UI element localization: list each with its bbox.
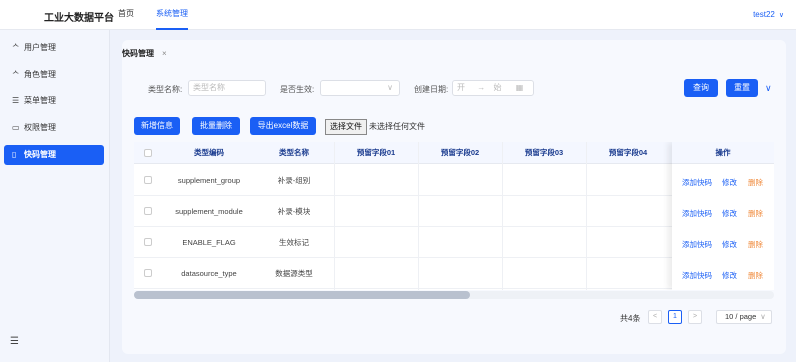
nav-home[interactable]: 首页 xyxy=(118,0,134,30)
active-label: 是否生效: xyxy=(280,85,315,94)
user-menu[interactable]: test22 ∨ xyxy=(753,10,784,19)
page-1-button[interactable]: 1 xyxy=(668,310,682,324)
row-checkbox[interactable] xyxy=(144,207,152,215)
column-header: 预留字段03 xyxy=(524,148,564,157)
edit-link[interactable]: 修改 xyxy=(722,177,737,188)
row-checkbox[interactable] xyxy=(144,269,152,277)
sidebar-item-users[interactable]: ᄉ 用户管理 xyxy=(4,38,104,58)
operations-column: 操作 添加快码 修改 删除 添加快码 修改 删除 添加快码 修改 删除 添加快码… xyxy=(672,142,774,290)
menu-icon: ☰ xyxy=(12,96,20,105)
no-file-text: 未选择任何文件 xyxy=(369,122,425,131)
edit-link[interactable]: 修改 xyxy=(722,270,737,281)
delete-link[interactable]: 删除 xyxy=(748,239,763,250)
calendar-icon: ▦ xyxy=(515,83,524,92)
add-code-link[interactable]: 添加快码 xyxy=(682,177,712,188)
page-size-value: 10 / page xyxy=(725,312,757,321)
type-name-label: 类型名称: xyxy=(148,85,183,94)
type-name-input[interactable]: 类型名称 xyxy=(188,80,266,96)
document-icon: ▯ xyxy=(12,150,17,159)
add-code-link[interactable]: 添加快码 xyxy=(682,239,712,250)
type-code-cell: ENABLE_FLAG xyxy=(182,238,236,247)
close-icon[interactable]: × xyxy=(162,49,167,58)
chevron-down-icon: ∨ xyxy=(760,312,766,321)
role-icon: ᄉ xyxy=(12,70,20,79)
prev-page-button[interactable]: < xyxy=(648,310,662,324)
type-code-cell: datasource_type xyxy=(181,269,237,278)
sidebar-item-label: 权限管理 xyxy=(24,123,56,132)
add-info-button[interactable]: 新增信息 xyxy=(134,117,180,135)
chevron-down-icon: ∨ xyxy=(387,83,393,92)
total-count: 共4条 xyxy=(620,314,641,323)
add-code-link[interactable]: 添加快码 xyxy=(682,208,712,219)
choose-file-button[interactable]: 选择文件 xyxy=(325,119,367,135)
chevron-down-icon: ∨ xyxy=(778,12,784,19)
batch-delete-button[interactable]: 批量删除 xyxy=(192,117,240,135)
row-checkbox[interactable] xyxy=(144,238,152,246)
username: test22 xyxy=(753,10,775,19)
top-header: 工业大数据平台 首页 系统管理 test22 ∨ xyxy=(0,0,796,30)
search-button[interactable]: 查询 xyxy=(684,79,718,97)
page-size-select[interactable]: 10 / page ∨ xyxy=(716,310,772,324)
delete-link[interactable]: 删除 xyxy=(748,177,763,188)
expand-filters-icon[interactable]: ∨ xyxy=(765,83,772,94)
nav-system-management[interactable]: 系统管理 xyxy=(156,0,188,30)
delete-link[interactable]: 删除 xyxy=(748,208,763,219)
scrollbar-thumb[interactable] xyxy=(134,291,470,299)
sidebar-item-label: 快码管理 xyxy=(24,150,56,159)
column-header: 类型编码 xyxy=(194,148,224,157)
date-start: 开 xyxy=(457,83,465,92)
sidebar-item-roles[interactable]: ᄉ 角色管理 xyxy=(4,65,104,85)
sidebar-item-label: 角色管理 xyxy=(24,70,56,79)
delete-link[interactable]: 删除 xyxy=(748,270,763,281)
export-excel-button[interactable]: 导出excel数据 xyxy=(250,117,316,135)
type-code-cell: supplement_group xyxy=(177,176,241,185)
column-header: 类型名称 xyxy=(279,148,309,157)
top-nav: 首页 系统管理 xyxy=(118,0,210,30)
select-all-checkbox[interactable] xyxy=(144,149,152,157)
sidebar-item-label: 用户管理 xyxy=(24,43,56,52)
type-name-cell: 数据源类型 xyxy=(275,269,313,278)
monitor-icon: ▭ xyxy=(12,123,20,132)
main-panel: 快码管理 × 类型名称: 类型名称 是否生效: ∨ 创建日期: 开 → 始 ▦ 查… xyxy=(122,40,786,354)
sidebar-item-label: 菜单管理 xyxy=(24,96,56,105)
arrow-right-icon: → xyxy=(477,83,486,92)
tab-quick-codes[interactable]: 快码管理 × xyxy=(122,48,167,59)
horizontal-scrollbar[interactable] xyxy=(134,291,774,299)
sidebar-item-menus[interactable]: ☰ 菜单管理 xyxy=(4,91,104,111)
tab-label: 快码管理 xyxy=(122,49,154,58)
date-range-picker[interactable]: 开 → 始 ▦ xyxy=(452,80,534,96)
column-header: 预留字段02 xyxy=(440,148,480,157)
column-header: 操作 xyxy=(672,142,774,164)
sidebar-item-permissions[interactable]: ▭ 权限管理 xyxy=(4,118,104,138)
date-end: 始 xyxy=(493,83,502,92)
collapse-sidebar-icon[interactable]: ☰ xyxy=(10,336,19,347)
column-header: 预留字段04 xyxy=(608,148,648,157)
created-date-label: 创建日期: xyxy=(414,85,449,94)
edit-link[interactable]: 修改 xyxy=(722,239,737,250)
user-icon: ᄉ xyxy=(12,43,20,52)
type-name-cell: 补录-模块 xyxy=(277,207,311,216)
active-select[interactable]: ∨ xyxy=(320,80,400,96)
app-brand: 工业大数据平台 xyxy=(44,13,114,24)
edit-link[interactable]: 修改 xyxy=(722,208,737,219)
column-header: 预留字段01 xyxy=(356,148,396,157)
row-checkbox[interactable] xyxy=(144,176,152,184)
type-code-cell: supplement_module xyxy=(175,207,243,216)
next-page-button[interactable]: > xyxy=(688,310,702,324)
sidebar: ᄉ 用户管理 ᄉ 角色管理 ☰ 菜单管理 ▭ 权限管理 ▯ 快码管理 ☰ xyxy=(0,30,110,362)
type-name-cell: 生效标记 xyxy=(279,238,309,247)
add-code-link[interactable]: 添加快码 xyxy=(682,270,712,281)
reset-button[interactable]: 重置 xyxy=(726,79,758,97)
sidebar-item-quick-codes[interactable]: ▯ 快码管理 xyxy=(4,145,104,165)
quick-code-table: 类型编码 类型名称 预留字段01 预留字段02 预留字段03 预留字段04 su… xyxy=(134,142,774,290)
type-name-cell: 补录-组别 xyxy=(277,176,311,185)
